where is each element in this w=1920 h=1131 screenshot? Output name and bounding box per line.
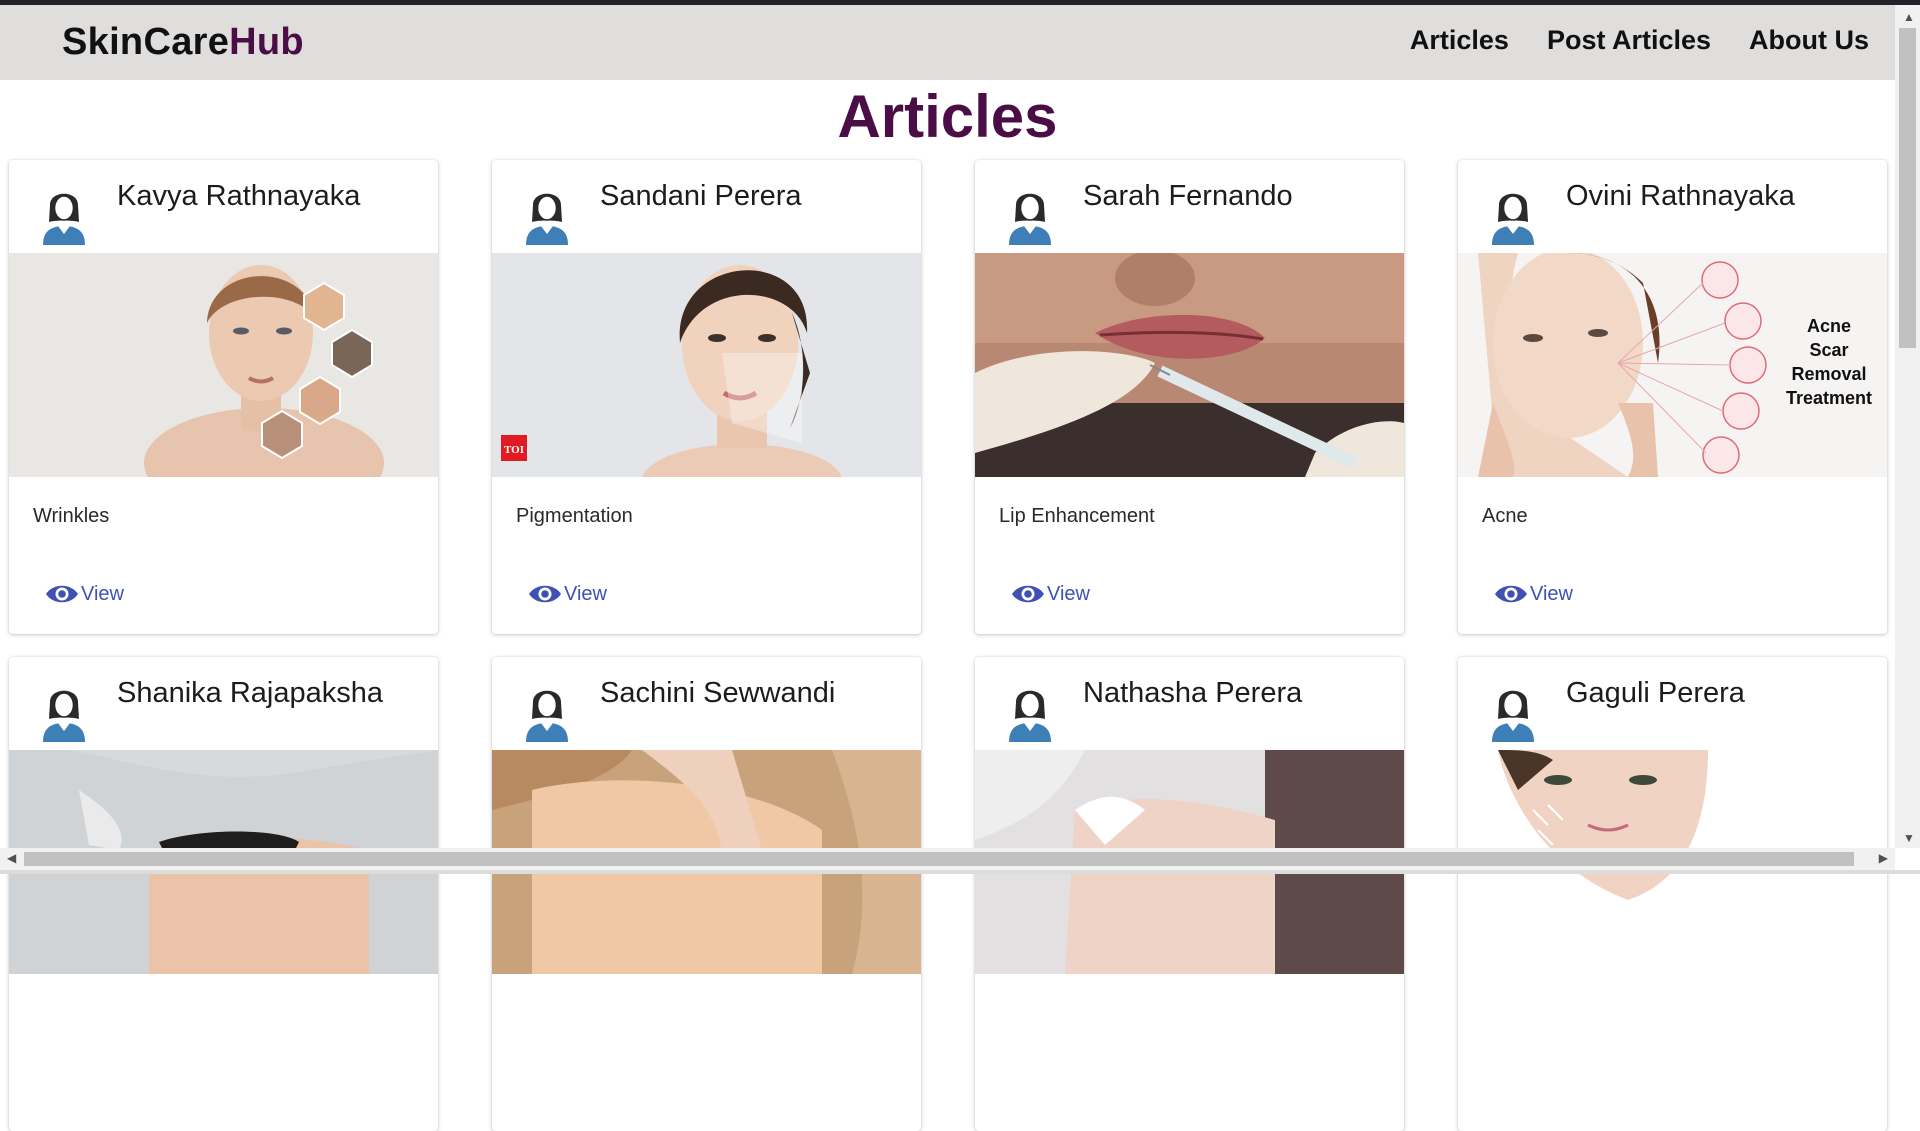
vertical-scroll-thumb[interactable] <box>1899 28 1916 348</box>
card-header: Sarah Fernando <box>975 160 1404 253</box>
brand-text: SkinCare <box>62 21 230 63</box>
image-caption-line: Acne <box>1807 316 1851 336</box>
female-user-icon <box>1009 193 1051 245</box>
scroll-left-arrow-icon[interactable]: ◀ <box>7 851 16 865</box>
view-button[interactable]: View <box>528 582 607 606</box>
image-caption-line: Scar <box>1809 340 1848 360</box>
brand-logo[interactable]: SkinCareHub <box>62 21 304 64</box>
window-bottom-edge <box>0 870 1920 874</box>
author-name: Gaguli Perera <box>1566 677 1745 709</box>
card-header: Nathasha Perera <box>975 657 1404 750</box>
nav-links: Articles Post Articles About Us <box>1410 25 1869 56</box>
brand-accent-text: Hub <box>229 21 304 63</box>
eye-icon <box>1012 585 1044 603</box>
horizontal-scrollbar[interactable]: ◀ ▶ <box>0 848 1895 870</box>
female-user-icon <box>1492 193 1534 245</box>
card-header: Sandani Perera <box>492 160 921 253</box>
page-title: Articles <box>837 83 1058 150</box>
author-name: Nathasha Perera <box>1083 677 1303 709</box>
image-caption-line: Removal <box>1791 364 1866 384</box>
article-card: Sandani Perera TOI Pigmentation View <box>492 160 921 634</box>
view-button-label: View <box>81 582 124 605</box>
view-button[interactable]: View <box>1011 582 1090 606</box>
article-topic: Lip Enhancement <box>999 505 1155 527</box>
female-user-icon <box>43 193 85 245</box>
article-card: Sachini Sewwandi <box>492 657 921 1131</box>
eye-icon <box>46 585 78 603</box>
view-button[interactable]: View <box>45 582 124 606</box>
article-card: Sarah Fernando Lip Enhancement View <box>975 160 1404 634</box>
scroll-down-arrow-icon[interactable]: ▼ <box>1903 831 1915 845</box>
scroll-up-arrow-icon[interactable]: ▲ <box>1903 10 1915 24</box>
horizontal-scroll-thumb[interactable] <box>24 852 1854 866</box>
author-name: Kavya Rathnayaka <box>117 180 361 212</box>
article-topic: Acne <box>1482 505 1528 527</box>
nav-post-articles-link[interactable]: Post Articles <box>1547 25 1711 56</box>
eye-icon <box>529 585 561 603</box>
female-user-icon <box>43 690 85 742</box>
female-user-icon <box>526 690 568 742</box>
article-card: Gaguli Perera <box>1458 657 1887 1131</box>
view-button[interactable]: View <box>1494 582 1573 606</box>
article-topic: Pigmentation <box>516 505 633 527</box>
navbar: SkinCareHub Articles Post Articles About… <box>0 5 1895 80</box>
article-card: Nathasha Perera <box>975 657 1404 1131</box>
card-header: Shanika Rajapaksha <box>9 657 438 750</box>
scroll-right-arrow-icon[interactable]: ▶ <box>1879 851 1888 865</box>
nav-articles-link[interactable]: Articles <box>1410 25 1509 56</box>
author-name: Sandani Perera <box>600 180 802 212</box>
toi-badge-text: TOI <box>504 444 524 456</box>
article-topic: Wrinkles <box>33 505 110 527</box>
author-name: Shanika Rajapaksha <box>117 677 384 709</box>
article-card: Ovini Rathnayaka Acne Scar Removal Treat… <box>1458 160 1887 634</box>
article-image[interactable] <box>9 253 438 477</box>
nav-about-us-link[interactable]: About Us <box>1749 25 1869 56</box>
article-card: Shanika Rajapaksha <box>9 657 438 1131</box>
card-header: Sachini Sewwandi <box>492 657 921 750</box>
view-button-label: View <box>1530 582 1573 605</box>
vertical-scrollbar[interactable]: ▲ ▼ <box>1895 5 1920 848</box>
view-button-label: View <box>1047 582 1090 605</box>
article-image[interactable]: Acne Scar Removal Treatment <box>1458 253 1887 477</box>
author-name: Ovini Rathnayaka <box>1566 180 1795 212</box>
author-name: Sarah Fernando <box>1083 180 1293 212</box>
article-image[interactable] <box>975 253 1404 477</box>
view-button-label: View <box>564 582 607 605</box>
author-name: Sachini Sewwandi <box>600 677 836 709</box>
eye-icon <box>1495 585 1527 603</box>
article-image[interactable]: TOI <box>492 253 921 477</box>
card-header: Gaguli Perera <box>1458 657 1887 750</box>
female-user-icon <box>1009 690 1051 742</box>
female-user-icon <box>526 193 568 245</box>
image-caption-line: Treatment <box>1786 388 1872 408</box>
card-header: Ovini Rathnayaka <box>1458 160 1887 253</box>
female-user-icon <box>1492 690 1534 742</box>
article-card: Kavya Rathnayaka Wrinkles View <box>9 160 438 634</box>
card-header: Kavya Rathnayaka <box>9 160 438 253</box>
